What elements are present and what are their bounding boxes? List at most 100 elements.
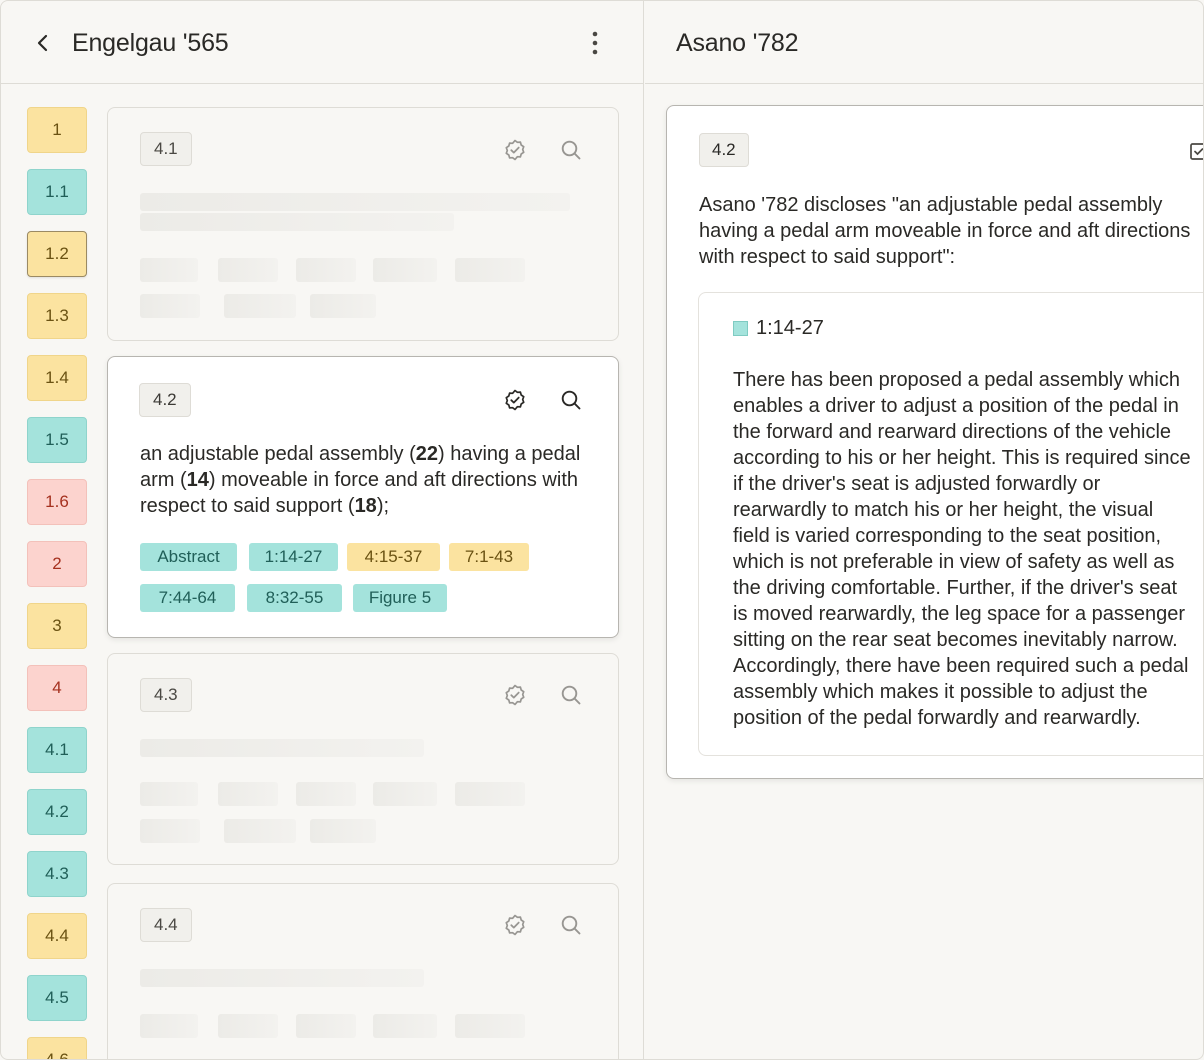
verify-button[interactable] bbox=[501, 136, 529, 164]
reference-numeral: 14 bbox=[186, 469, 209, 491]
skeleton-tag bbox=[218, 782, 278, 806]
reference-numeral: 18 bbox=[354, 495, 377, 517]
citation-tag[interactable]: Figure 5 bbox=[353, 584, 447, 612]
claim-chip[interactable]: 4.4 bbox=[27, 913, 87, 959]
citation-tag[interactable]: 7:44-64 bbox=[140, 584, 235, 612]
claim-chip[interactable]: 4.3 bbox=[27, 851, 87, 897]
quote-line: Accordingly, there have been required su… bbox=[733, 655, 1189, 677]
claim-chip[interactable]: 4.1 bbox=[27, 727, 87, 773]
verify-button[interactable] bbox=[501, 386, 529, 414]
verified-badge-icon bbox=[505, 684, 525, 706]
document-title: Engelgau '565 bbox=[72, 29, 229, 57]
skeleton-tag bbox=[455, 1014, 525, 1038]
quote-line: sitting on the rear seat becomes inevita… bbox=[733, 629, 1178, 651]
skeleton-tag bbox=[140, 1014, 198, 1038]
quote-line: rearwardly to match his or her height, t… bbox=[733, 499, 1154, 521]
claim-badge: 4.2 bbox=[699, 133, 749, 167]
quote-line: There has been proposed a pedal assembly… bbox=[733, 369, 1180, 391]
claim-card-4-2[interactable]: 4.2 an adjustable pedal assembly (22) ha… bbox=[107, 356, 619, 638]
skeleton-tag bbox=[140, 294, 200, 318]
quoted-passage-header: 1:14-27 bbox=[733, 317, 824, 340]
verified-badge-icon bbox=[505, 914, 525, 936]
verified-badge-icon bbox=[505, 389, 525, 411]
skeleton-tag bbox=[296, 258, 356, 282]
claim-chip[interactable]: 1.6 bbox=[27, 479, 87, 525]
skeleton-tag bbox=[373, 258, 437, 282]
citation-tag[interactable]: 1:14-27 bbox=[249, 543, 338, 571]
reference-summary: Asano '782 discloses "an adjustable peda… bbox=[699, 192, 1203, 270]
claim-chip[interactable]: 1.5 bbox=[27, 417, 87, 463]
quote-line: according to his or her height. This is … bbox=[733, 447, 1191, 469]
quote-line: the forward and rearward directions of t… bbox=[733, 421, 1172, 443]
search-button[interactable] bbox=[557, 681, 585, 709]
skeleton-line bbox=[140, 193, 570, 211]
reference-numeral: 22 bbox=[415, 443, 438, 465]
skeleton-tag bbox=[140, 782, 198, 806]
quoted-passage-text: There has been proposed a pedal assembly… bbox=[733, 367, 1203, 731]
skeleton-tag bbox=[140, 819, 200, 843]
search-button[interactable] bbox=[557, 136, 585, 164]
summary-line: having a pedal arm moveable in force and… bbox=[699, 220, 1191, 242]
quote-line: which is not preferable in view of safet… bbox=[733, 551, 1175, 573]
skeleton-tag bbox=[218, 258, 278, 282]
claim-badge: 4.3 bbox=[140, 678, 192, 712]
verify-button[interactable] bbox=[501, 681, 529, 709]
search-button[interactable] bbox=[557, 911, 585, 939]
claim-badge: 4.1 bbox=[140, 132, 192, 166]
claim-chip[interactable]: 3 bbox=[27, 603, 87, 649]
chevron-left-icon bbox=[37, 34, 48, 52]
reference-title: Asano '782 bbox=[676, 29, 799, 57]
quote-line: if the driver's seat is adjusted forward… bbox=[733, 473, 1101, 495]
claim-chip[interactable]: 4.2 bbox=[27, 789, 87, 835]
claim-chip[interactable]: 1.1 bbox=[27, 169, 87, 215]
search-button[interactable] bbox=[557, 386, 585, 414]
claim-chip[interactable]: 1 bbox=[27, 107, 87, 153]
skeleton-tag bbox=[296, 782, 356, 806]
verified-badge-icon bbox=[505, 139, 525, 161]
quoted-passage-citation: 1:14-27 bbox=[756, 317, 824, 339]
skeleton-line bbox=[140, 213, 454, 231]
quote-line: enables a driver to adjust a position of… bbox=[733, 395, 1179, 417]
right-panel-header: Asano '782 bbox=[645, 1, 1203, 84]
citation-tag[interactable]: Abstract bbox=[140, 543, 237, 571]
claim-badge: 4.2 bbox=[139, 383, 191, 417]
skeleton-tag bbox=[373, 1014, 437, 1038]
verify-button[interactable] bbox=[501, 911, 529, 939]
citation-tag[interactable]: 4:15-37 bbox=[347, 543, 440, 571]
summary-line: with respect to said support": bbox=[699, 246, 956, 268]
back-button[interactable] bbox=[27, 27, 59, 59]
quote-line: position of the pedal forwardly and rear… bbox=[733, 707, 1141, 729]
more-vertical-icon bbox=[592, 31, 598, 55]
citation-tag[interactable]: 8:32-55 bbox=[247, 584, 342, 612]
claim-card-4-4[interactable]: 4.4 bbox=[107, 883, 619, 1059]
right-panel: Asano '782 4.2 Asano '782 discloses "an … bbox=[645, 1, 1204, 1059]
claim-chip[interactable]: 2 bbox=[27, 541, 87, 587]
left-panel: Engelgau '565 1 1.1 1.2 1.3 1.4 1.5 1.6 2 3 4 4.1 4… bbox=[1, 1, 644, 1059]
claim-text-segment: an adjustable pedal assembly ( bbox=[140, 443, 416, 465]
claim-chip[interactable]: 1.4 bbox=[27, 355, 87, 401]
quote-line: is moved rearwardly, the leg space for a… bbox=[733, 603, 1186, 625]
claim-chip[interactable]: 4 bbox=[27, 665, 87, 711]
quote-line: field is varied corresponding to the sea… bbox=[733, 525, 1162, 547]
search-icon bbox=[561, 685, 581, 705]
skeleton-tag bbox=[310, 294, 376, 318]
claim-chip[interactable]: 4.6 bbox=[27, 1037, 87, 1059]
copy-check-icon[interactable] bbox=[1187, 138, 1204, 162]
citation-tag[interactable]: 7:1-43 bbox=[449, 543, 529, 571]
skeleton-tag bbox=[455, 782, 525, 806]
reference-analysis-card: 4.2 Asano '782 discloses "an adjustable … bbox=[666, 105, 1204, 779]
quote-line: assembly which makes it possible to adju… bbox=[733, 681, 1148, 703]
claim-chip[interactable]: 1.3 bbox=[27, 293, 87, 339]
more-options-button[interactable] bbox=[579, 27, 611, 59]
quote-line: the driving comfortable. Further, if the… bbox=[733, 577, 1178, 599]
skeleton-tag bbox=[224, 819, 296, 843]
search-icon bbox=[561, 140, 581, 160]
claim-chip[interactable]: 1.2 bbox=[27, 231, 87, 277]
claim-chip[interactable]: 4.5 bbox=[27, 975, 87, 1021]
claim-text-segment: ); bbox=[376, 495, 390, 517]
quoted-passage: 1:14-27 There has been proposed a pedal … bbox=[698, 292, 1203, 756]
skeleton-tag bbox=[296, 1014, 356, 1038]
summary-line: Asano '782 discloses "an adjustable peda… bbox=[699, 194, 1163, 216]
claim-card-4-1[interactable]: 4.1 bbox=[107, 107, 619, 341]
claim-card-4-3[interactable]: 4.3 bbox=[107, 653, 619, 865]
